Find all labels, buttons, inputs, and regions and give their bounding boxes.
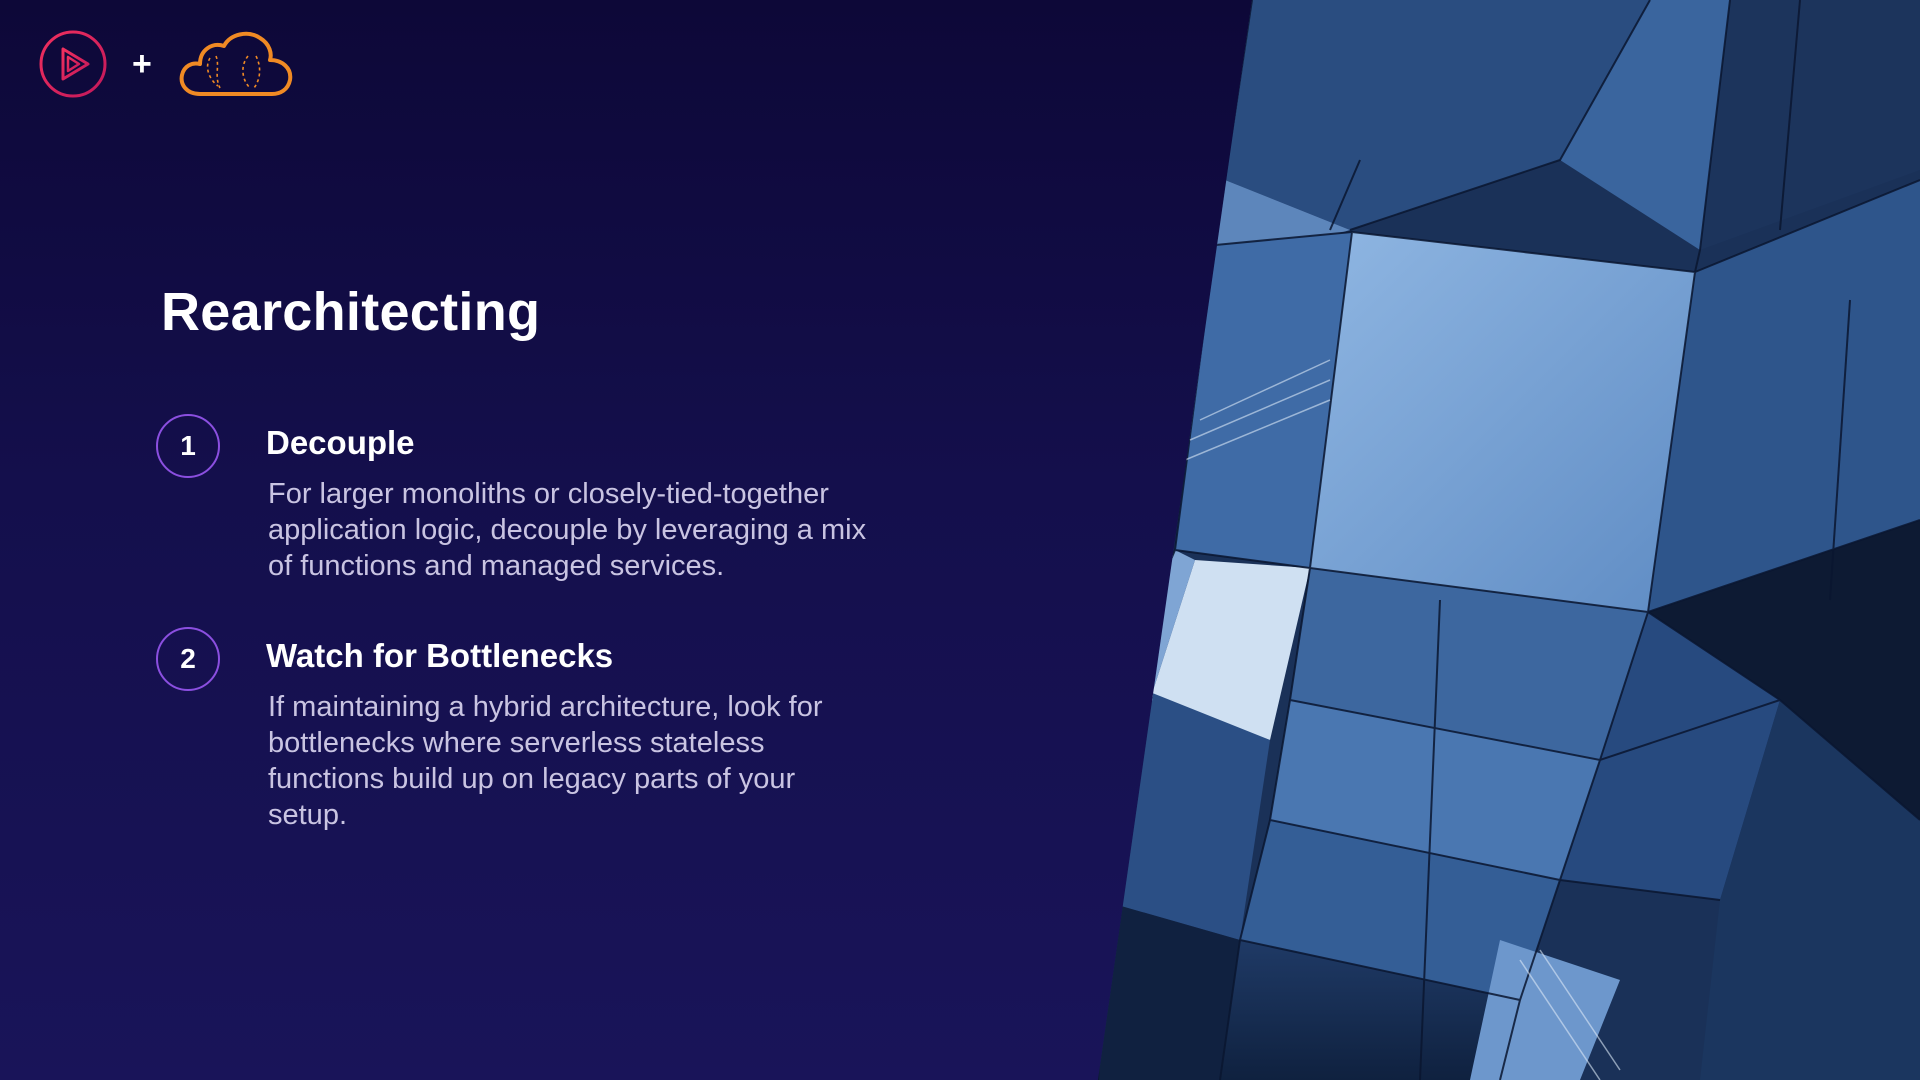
description-line: bottlenecks where serverless stateless — [268, 727, 765, 759]
point-description: For larger monoliths or closely-tied-tog… — [268, 476, 1088, 584]
description-line: If maintaining a hybrid architecture, lo… — [268, 691, 823, 723]
logo-row: + — [38, 28, 296, 100]
cloud-icon — [176, 28, 296, 100]
description-line: application logic, decouple by leveragin… — [268, 514, 867, 546]
point-heading: Decouple — [266, 424, 415, 461]
step-number-badge: 2 — [156, 627, 220, 691]
step-number-badge: 1 — [156, 414, 220, 478]
description-line: functions build up on legacy parts of yo… — [268, 763, 796, 795]
play-icon — [38, 29, 108, 99]
slide-title: Rearchitecting — [161, 282, 541, 342]
point-heading: Watch for Bottlenecks — [266, 637, 614, 674]
point-description: If maintaining a hybrid architecture, lo… — [268, 689, 1088, 833]
description-line: of functions and managed services. — [268, 550, 725, 582]
description-line: For larger monoliths or closely-tied-tog… — [268, 478, 829, 510]
description-line: setup. — [268, 799, 347, 831]
plus-separator: + — [132, 45, 152, 83]
